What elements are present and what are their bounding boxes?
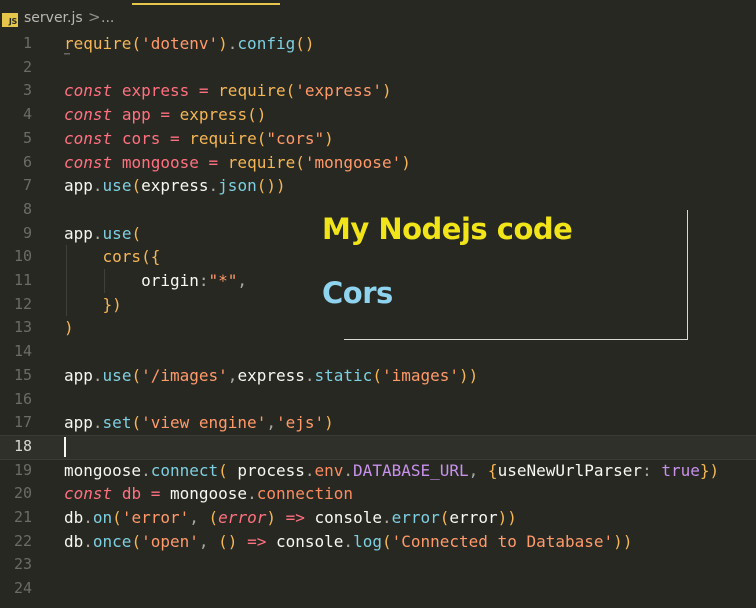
code-line[interactable]: db.on('error', (error) => console.error(… <box>64 506 517 530</box>
code-line[interactable]: app.use(express.json()) <box>64 174 286 198</box>
line-number: 5 <box>22 128 32 147</box>
line-number: 24 <box>13 579 32 598</box>
code-line[interactable]: app.use( <box>64 222 141 246</box>
line-number: 19 <box>13 460 32 479</box>
code-line[interactable]: const app = express() <box>64 103 266 127</box>
line-number: 12 <box>13 294 32 313</box>
line-number: 1 <box>22 34 32 52</box>
line-number: 7 <box>22 176 32 195</box>
current-line-highlight <box>0 434 756 460</box>
code-line[interactable]: origin:"*", <box>64 269 247 293</box>
line-number: 4 <box>22 105 32 124</box>
annotation-subtitle: Cors <box>322 276 393 310</box>
line-number: 14 <box>13 342 32 361</box>
line-number: 16 <box>13 389 32 408</box>
text-cursor <box>64 436 66 457</box>
line-number: 15 <box>13 365 32 384</box>
js-file-icon: JS <box>2 13 18 27</box>
code-line[interactable]: const db = mongoose.connection <box>64 482 353 506</box>
code-line[interactable]: const express = require('express') <box>64 79 392 103</box>
code-line[interactable]: }) <box>64 293 122 317</box>
code-hint-dots: ⋯ <box>64 49 72 60</box>
line-number: 21 <box>13 508 32 526</box>
line-number: 3 <box>22 81 32 100</box>
code-line[interactable]: app.use('/images',express.static('images… <box>64 364 478 388</box>
breadcrumb-more[interactable]: ... <box>101 10 114 26</box>
code-line[interactable]: cors({ <box>64 245 161 269</box>
breadcrumb: JS server.js > ... <box>0 0 756 36</box>
line-number: 8 <box>22 199 32 218</box>
chevron-right-icon: > <box>88 8 101 26</box>
line-number: 11 <box>13 271 32 289</box>
line-number: 22 <box>13 531 32 550</box>
annotation-title: My Nodejs code <box>322 212 573 246</box>
line-number: 13 <box>13 318 32 337</box>
code-line[interactable]: db.once('open', () => console.log('Conne… <box>64 530 632 554</box>
code-line[interactable]: const cors = require("cors") <box>64 127 334 151</box>
line-number: 20 <box>13 484 32 503</box>
line-number: 23 <box>13 555 32 574</box>
line-number: 6 <box>22 152 32 171</box>
line-number: 9 <box>22 223 32 242</box>
code-line[interactable]: require('dotenv').config() <box>64 32 315 56</box>
line-number: 17 <box>13 413 32 432</box>
code-line[interactable]: app.set('view engine','ejs') <box>64 411 334 435</box>
code-line[interactable]: ) <box>64 316 74 340</box>
breadcrumb-file[interactable]: server.js <box>24 10 83 26</box>
code-line[interactable]: const mongoose = require('mongoose') <box>64 151 411 175</box>
line-number: 18 <box>13 436 32 455</box>
code-editor[interactable]: JS server.js > ... 1 2 3 4 5 6 7 8 9 10 11 12 13 14 15… <box>0 0 756 608</box>
line-number: 10 <box>13 247 32 266</box>
line-number: 2 <box>22 57 32 76</box>
code-line[interactable]: mongoose.connect( process.env.DATABASE_U… <box>64 459 719 483</box>
